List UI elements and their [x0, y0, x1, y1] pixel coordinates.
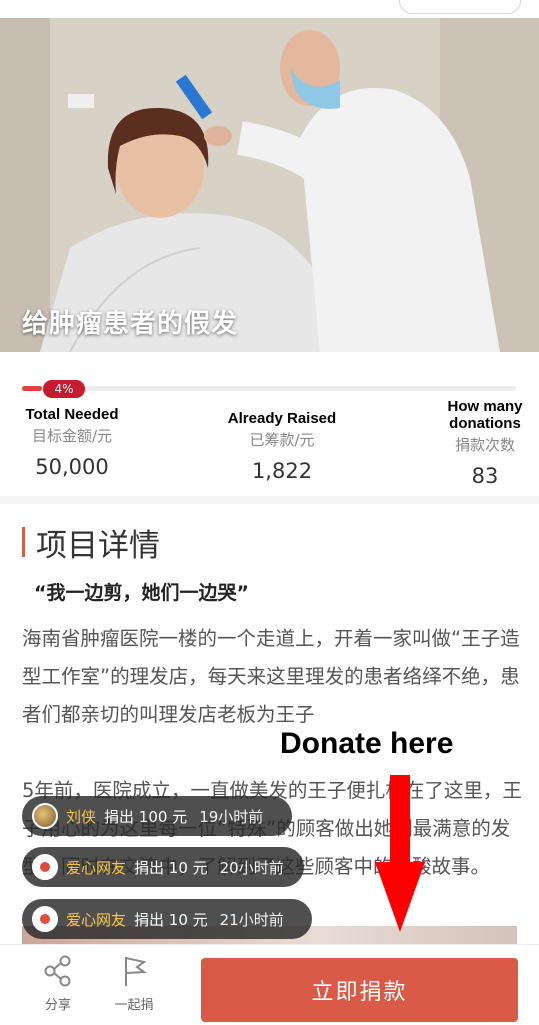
donor-name: 刘侠	[66, 807, 97, 826]
stat-raised-amount: Already Raised 已筹款/元 1,822	[215, 410, 349, 483]
stat-raised-en-label: Already Raised	[227, 410, 337, 427]
donation-time: 19小时前	[199, 807, 264, 826]
donation-time: 20小时前	[219, 858, 284, 877]
progress-bar	[22, 386, 516, 391]
arrow-head-icon	[375, 862, 425, 932]
share-label: 分享	[44, 998, 71, 1013]
top-menu-pill[interactable]	[399, 0, 521, 14]
stat-target-amount: Total Needed 目标金额/元 50,000	[18, 406, 126, 479]
section-title-accent	[22, 527, 25, 557]
stat-count-cn-label: 捐款次数	[454, 436, 515, 454]
avatar	[32, 803, 58, 829]
together-label: 一起捐	[114, 998, 154, 1013]
story-quote: “我一边剪，她们一边哭”	[34, 582, 249, 604]
share-icon	[44, 955, 71, 987]
avatar	[32, 906, 58, 932]
donor-name: 爱心网友	[66, 858, 127, 877]
progress-percent-badge: 4%	[43, 380, 85, 398]
hero-photo-illustration	[0, 18, 539, 352]
story-paragraph: 海南省肿瘤医院一楼的一个走道上，开着一家叫做“王子造型工作室”的理发店，每天来这…	[22, 627, 520, 726]
section-divider	[0, 496, 539, 504]
top-strip	[0, 0, 539, 18]
hero-title: 给肿瘤患者的假发	[22, 309, 239, 339]
avatar	[32, 854, 58, 880]
stat-count-en-label: How many donations	[447, 398, 523, 432]
donation-toast: 爱心网友 捐出 10 元 20小时前	[22, 847, 304, 887]
donate-now-button[interactable]: 立即捐款	[201, 958, 518, 1022]
flag-icon	[125, 956, 147, 986]
donation-amount: 捐出 10 元	[134, 910, 208, 929]
donation-amount: 捐出 100 元	[104, 807, 188, 826]
donate-here-annotation: Donate here	[280, 727, 454, 760]
donation-amount: 捐出 10 元	[134, 858, 208, 877]
donor-name: 爱心网友	[66, 910, 127, 929]
stat-raised-value: 1,822	[251, 459, 313, 483]
donation-toast: 爱心网友 捐出 10 元 21小时前	[22, 899, 312, 939]
share-button[interactable]: 分享	[28, 954, 88, 1013]
arrow-down-icon	[390, 775, 410, 865]
donate-together-button[interactable]: 一起捐	[104, 954, 164, 1013]
progress-fill	[22, 386, 42, 391]
section-title: 项目详情	[36, 528, 160, 564]
stat-donation-count: How many donations 捐款次数 83	[432, 398, 538, 488]
hero-image: 给肿瘤患者的假发	[0, 18, 539, 352]
donation-toast: 刘侠 捐出 100 元 19小时前	[22, 796, 292, 836]
stat-raised-cn-label: 已筹款/元	[249, 431, 315, 449]
donation-time: 21小时前	[219, 910, 284, 929]
stat-target-en-label: Total Needed	[25, 406, 119, 423]
stat-target-value: 50,000	[35, 455, 109, 479]
stat-count-value: 83	[471, 464, 499, 488]
stat-target-cn-label: 目标金额/元	[31, 427, 113, 445]
